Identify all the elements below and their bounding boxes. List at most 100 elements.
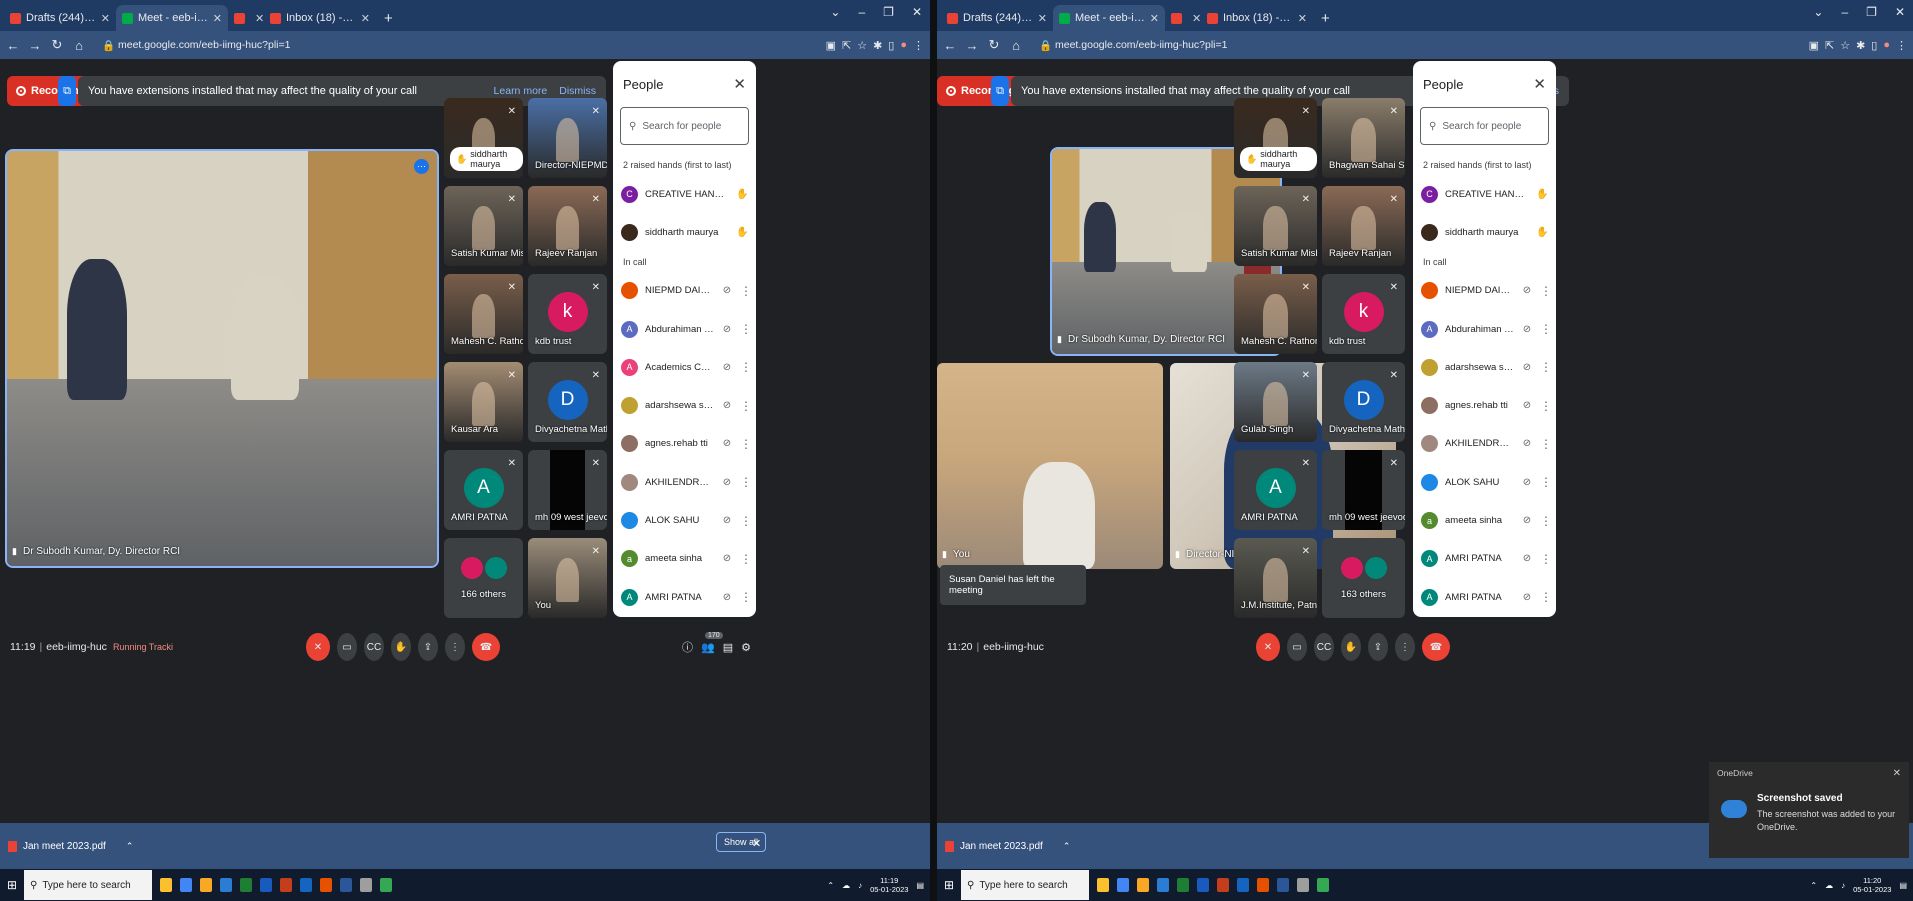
camera-button[interactable]: ▭: [1287, 633, 1307, 661]
taskbar-app-icon[interactable]: [220, 878, 232, 892]
participant-tile[interactable]: k ✕ kdb trust: [1322, 274, 1405, 354]
participant-tile[interactable]: ✕ ✋ siddharth maurya: [1234, 98, 1317, 178]
close-tab-icon[interactable]: ✕: [213, 12, 222, 25]
chevron-up-icon[interactable]: ⌃: [1063, 841, 1071, 852]
participant-row[interactable]: NIEPMD DAIL (You) ⊘ ⋮: [1413, 272, 1556, 310]
minimize-icon[interactable]: –: [858, 5, 865, 19]
participant-tile[interactable]: ✕ Satish Kumar Mishra: [444, 186, 523, 266]
taskbar-app-icon[interactable]: [1137, 878, 1149, 892]
taskbar-app-icon[interactable]: [200, 878, 212, 892]
participant-row[interactable]: agnes.rehab tti ⊘ ⋮: [1413, 386, 1556, 424]
menu-icon[interactable]: ⋮: [1896, 39, 1907, 52]
pin-icon[interactable]: ▮: [1175, 549, 1180, 560]
info-icon[interactable]: ⓘ: [682, 639, 693, 655]
browser-tab[interactable]: ✕: [1165, 5, 1201, 31]
taskbar-app-icon[interactable]: [1117, 878, 1129, 892]
captions-button[interactable]: CC: [1314, 633, 1334, 661]
participant-row[interactable]: agnes.rehab tti ⊘ ⋮: [613, 425, 756, 463]
taskbar-app-icon[interactable]: [160, 878, 172, 892]
people-search-input[interactable]: ⚲ Search for people: [1420, 107, 1549, 145]
present-button[interactable]: ⇪: [418, 633, 438, 661]
more-vert-icon[interactable]: ⋮: [740, 284, 752, 298]
hand-icon[interactable]: ✋: [1536, 189, 1548, 200]
hand-icon[interactable]: ✋: [736, 227, 748, 238]
participant-row[interactable]: A Abdurahiman Ck ⊘ ⋮: [613, 310, 756, 348]
self-video[interactable]: You ▮: [937, 363, 1163, 569]
participant-row[interactable]: A AMRI PATNA ⊘ ⋮: [1413, 540, 1556, 578]
raised-hand-row[interactable]: C CREATIVE HANDS SOCIETY EDU... ✋: [1413, 175, 1556, 213]
close-tab-icon[interactable]: ✕: [1298, 12, 1307, 25]
pin-icon[interactable]: ▮: [12, 546, 17, 557]
camera-icon[interactable]: ▣: [1809, 39, 1819, 52]
browser-tab[interactable]: Drafts (244) - niepmd.dail@gmail ✕: [941, 5, 1053, 31]
browser-tab[interactable]: Drafts (244) - niepmd.dail@gmail ✕: [4, 5, 116, 31]
participant-row[interactable]: adarshsewa samiti ⊘ ⋮: [1413, 348, 1556, 386]
participant-tile[interactable]: 166 others: [444, 538, 523, 618]
mic-off-button[interactable]: ✕: [306, 633, 330, 661]
url-field[interactable]: 🔒 meet.google.com/eeb-iimg-huc?pli=1: [1031, 35, 1801, 55]
taskbar-app-icon[interactable]: [1317, 878, 1329, 892]
people-search-input[interactable]: ⚲ Search for people: [620, 107, 749, 145]
taskbar-app-icon[interactable]: [1097, 878, 1109, 892]
notifications-icon[interactable]: ▤: [916, 881, 924, 890]
participant-tile[interactable]: D✕Divyachetna Mathura: [528, 362, 607, 442]
leave-call-button[interactable]: ☎: [472, 633, 500, 661]
participant-tile[interactable]: D✕Divyachetna Mathura: [1322, 362, 1405, 442]
more-vert-icon[interactable]: ⋮: [1540, 360, 1552, 374]
taskbar-app-icon[interactable]: [1157, 878, 1169, 892]
taskbar-app-icon[interactable]: [1277, 878, 1289, 892]
more-options-button[interactable]: ⋮: [1395, 633, 1415, 661]
extensions-icon[interactable]: ✱: [873, 39, 882, 52]
participant-tile[interactable]: ✕ Mahesh C. Rathore: [444, 274, 523, 354]
pin-icon[interactable]: ▮: [942, 549, 947, 560]
camera-button[interactable]: ▭: [337, 633, 357, 661]
taskbar-app-icon[interactable]: [1197, 878, 1209, 892]
learn-more-link[interactable]: Learn more: [494, 85, 548, 97]
minimize-icon[interactable]: –: [1841, 5, 1848, 19]
back-icon[interactable]: ←: [6, 38, 20, 53]
pin-icon[interactable]: ▮: [1057, 334, 1062, 345]
taskbar-app-icon[interactable]: [260, 878, 272, 892]
hand-icon[interactable]: ✋: [736, 189, 748, 200]
mic-off-button[interactable]: ✕: [1256, 633, 1280, 661]
menu-icon[interactable]: ⋮: [913, 39, 924, 52]
participant-row[interactable]: AKHILENDRA KUMAR ⊘ ⋮: [613, 463, 756, 501]
taskbar-search[interactable]: ⚲ Type here to search: [24, 870, 152, 900]
restore-icon[interactable]: ❐: [883, 5, 894, 19]
more-vert-icon[interactable]: ⋮: [740, 360, 752, 374]
extensions-icon[interactable]: ✱: [1856, 39, 1865, 52]
taskbar-app-icon[interactable]: [300, 878, 312, 892]
browser-tab[interactable]: Meet - eeb-iimg-huc ✕: [1053, 5, 1165, 31]
taskbar-app-icon[interactable]: [360, 878, 372, 892]
chat-icon[interactable]: ▤: [723, 641, 733, 654]
participant-row[interactable]: A AMRI PATNA ⊘ ⋮: [1413, 578, 1556, 616]
extension-warning-button[interactable]: ⧉: [58, 76, 76, 106]
more-options-button[interactable]: ⋮: [445, 633, 465, 661]
windows-start-icon[interactable]: ⊞: [939, 878, 959, 892]
tab-search-icon[interactable]: ⌄: [830, 5, 840, 19]
close-tab-icon[interactable]: ✕: [101, 12, 110, 25]
tab-search-icon[interactable]: ⌄: [1813, 5, 1823, 19]
star-icon[interactable]: ☆: [857, 39, 867, 52]
more-vert-icon[interactable]: ⋮: [1540, 590, 1552, 604]
taskbar-app-icon[interactable]: [340, 878, 352, 892]
captions-button[interactable]: CC: [364, 633, 384, 661]
tray-up-icon[interactable]: ⌃: [1810, 881, 1817, 890]
close-tab-icon[interactable]: ✕: [1192, 12, 1201, 25]
close-toast-icon[interactable]: ✕: [1893, 768, 1901, 779]
participant-row[interactable]: A AMRI PATNA ⊘ ⋮: [613, 578, 756, 616]
onedrive-toast[interactable]: OneDrive ✕ Screenshot saved The screensh…: [1709, 762, 1909, 858]
close-panel-icon[interactable]: ✕: [733, 75, 746, 93]
participant-row[interactable]: ALOK SAHU ⊘ ⋮: [1413, 463, 1556, 501]
participant-tile[interactable]: 163 others: [1322, 538, 1405, 618]
chevron-up-icon[interactable]: ⌃: [126, 841, 134, 852]
taskbar-app-icon[interactable]: [1297, 878, 1309, 892]
participant-tile[interactable]: ✕ mh 09 west jeevoday C...: [528, 450, 607, 530]
participant-tile[interactable]: ✕ Kausar Ara: [444, 362, 523, 442]
participant-row[interactable]: A Abdurahiman Ck ⊘ ⋮: [1413, 310, 1556, 348]
participant-row[interactable]: ALOK SAHU ⊘ ⋮: [613, 501, 756, 539]
reload-icon[interactable]: ↻: [987, 37, 1001, 53]
participant-tile[interactable]: ✕ J.M.Institute, Patna, Bi...: [1234, 538, 1317, 618]
participant-tile[interactable]: k ✕ kdb trust: [528, 274, 607, 354]
taskbar-app-icon[interactable]: [240, 878, 252, 892]
